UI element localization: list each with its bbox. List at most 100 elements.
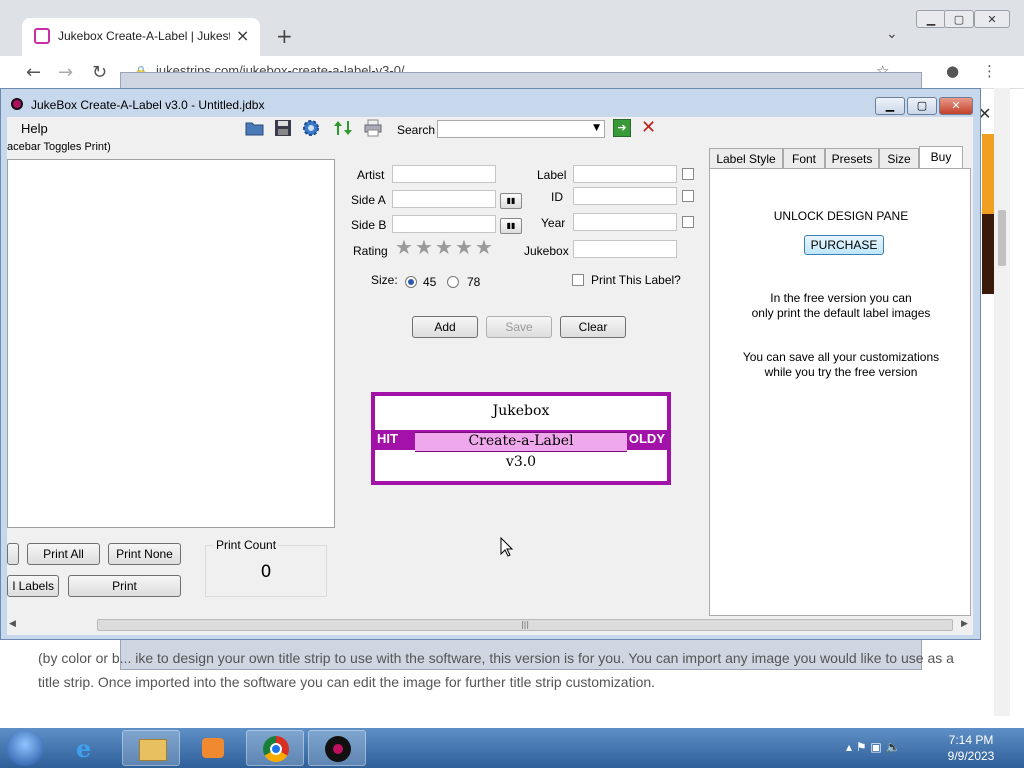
- browser-maximize-button[interactable]: ▢: [944, 10, 974, 28]
- rating-label: Rating: [353, 244, 388, 258]
- forward-arrow-icon[interactable]: →: [58, 62, 73, 83]
- new-tab-icon[interactable]: +: [276, 24, 293, 48]
- star-icon[interactable]: ★: [415, 235, 433, 259]
- spacebar-hint: acebar Toggles Print): [7, 141, 111, 153]
- close-tab-icon[interactable]: ×: [236, 26, 249, 45]
- side-a-label: Side A: [351, 193, 386, 207]
- page-side-banner: [982, 134, 994, 294]
- printer-icon[interactable]: [363, 119, 383, 137]
- browser-minimize-button[interactable]: ▁: [916, 10, 946, 28]
- add-button[interactable]: Add: [412, 316, 478, 338]
- star-icon[interactable]: ★: [475, 235, 493, 259]
- print-this-label-checkbox[interactable]: [572, 274, 584, 286]
- app-close-button[interactable]: ✕: [939, 97, 973, 115]
- browser-tab-title: Jukebox Create-A-Label | Jukestri: [58, 29, 230, 43]
- page-body-text: (by color or b... ike to design your own…: [38, 650, 954, 690]
- system-tray[interactable]: ▴ ⚑ ▣ 🔈: [846, 740, 901, 754]
- clear-button[interactable]: Clear: [560, 316, 626, 338]
- partial-button[interactable]: [7, 543, 19, 565]
- internet-explorer-icon[interactable]: e: [60, 730, 118, 766]
- app-minimize-button[interactable]: ▁: [875, 97, 905, 115]
- size-45-label: 45: [423, 275, 437, 289]
- browser-tab-strip: Jukebox Create-A-Label | Jukestri × + ⌄ …: [0, 0, 1024, 56]
- label-list[interactable]: [7, 159, 335, 528]
- star-icon[interactable]: ★: [395, 235, 413, 259]
- unlock-heading: UNLOCK DESIGN PANE: [773, 209, 909, 223]
- cancel-x-icon[interactable]: ✕: [641, 117, 656, 138]
- label-checkbox[interactable]: [682, 168, 694, 180]
- tab-presets[interactable]: Presets: [825, 148, 879, 170]
- year-label: Year: [541, 216, 566, 230]
- start-button[interactable]: [6, 730, 44, 766]
- tab-buy[interactable]: Buy: [919, 146, 963, 170]
- open-folder-icon[interactable]: [245, 119, 265, 137]
- tab-font[interactable]: Font: [783, 148, 825, 170]
- browser-close-button[interactable]: ✕: [974, 10, 1010, 28]
- print-all-button[interactable]: Print All: [27, 543, 100, 565]
- site-favicon-icon: [34, 28, 50, 44]
- app-horizontal-scrollbar[interactable]: ◀ ||| ▶: [7, 617, 973, 633]
- search-combobox[interactable]: ▼: [437, 120, 605, 138]
- size-45-radio[interactable]: [405, 276, 417, 288]
- app-maximize-button[interactable]: ▢: [907, 97, 937, 115]
- side-a-pause-button[interactable]: ▮▮: [500, 193, 522, 209]
- tab-label-style[interactable]: Label Style: [709, 148, 783, 170]
- profile-icon[interactable]: ●: [946, 62, 959, 80]
- free-text-2b: while you try the free version: [764, 365, 918, 379]
- side-b-pause-button[interactable]: ▮▮: [500, 218, 522, 234]
- reload-icon[interactable]: ↻: [92, 62, 107, 83]
- artist-label: Artist: [357, 168, 385, 182]
- purchase-button[interactable]: PURCHASE: [804, 235, 884, 255]
- year-input[interactable]: [573, 213, 677, 231]
- side-b-input[interactable]: [392, 215, 496, 233]
- back-arrow-icon[interactable]: ←: [26, 62, 41, 83]
- tab-search-icon[interactable]: ⌄: [886, 26, 898, 42]
- star-icon[interactable]: ★: [435, 235, 453, 259]
- horizontal-scroll-thumb[interactable]: |||: [97, 619, 953, 631]
- jukebox-app-icon[interactable]: [308, 730, 366, 766]
- side-a-input[interactable]: [392, 190, 496, 208]
- print-count-box: Print Count 0: [205, 538, 327, 597]
- star-icon[interactable]: ★: [455, 235, 473, 259]
- browser-menu-icon[interactable]: ⋮: [982, 62, 997, 80]
- browser-tab[interactable]: Jukebox Create-A-Label | Jukestri ×: [22, 18, 260, 56]
- search-label: Search: [397, 123, 436, 137]
- tab-size[interactable]: Size: [879, 148, 919, 170]
- page-scrollbar-thumb[interactable]: [998, 210, 1006, 266]
- save-disk-icon[interactable]: [273, 119, 293, 137]
- labels-button[interactable]: l Labels: [7, 575, 59, 597]
- buy-panel: UNLOCK DESIGN PANE PURCHASE In the free …: [709, 168, 971, 616]
- free-text-1b: only print the default label images: [751, 306, 931, 320]
- file-explorer-icon[interactable]: [122, 730, 180, 766]
- side-b-label: Side B: [351, 218, 387, 232]
- year-checkbox[interactable]: [682, 216, 694, 228]
- sort-arrows-icon[interactable]: [333, 119, 353, 137]
- clock[interactable]: 7:14 PM 9/9/2023: [940, 732, 1002, 764]
- size-78-radio[interactable]: [447, 276, 459, 288]
- chrome-icon[interactable]: [246, 730, 304, 766]
- scroll-right-icon[interactable]: ▶: [961, 619, 968, 629]
- id-input[interactable]: [573, 187, 677, 205]
- label-line2: Create-a-Label: [468, 433, 574, 449]
- band-right-text: OLDY: [628, 431, 665, 446]
- save-button[interactable]: Save: [486, 316, 552, 338]
- label-line1: Jukebox: [492, 403, 550, 419]
- dropdown-arrow-icon[interactable]: ▼: [593, 123, 600, 133]
- app-client-area: Help acebar Toggles Print) Search ▼ ➔ ✕ …: [7, 117, 973, 635]
- scroll-left-icon[interactable]: ◀: [9, 619, 16, 629]
- clock-date: 9/9/2023: [947, 749, 995, 763]
- menu-help[interactable]: Help: [21, 121, 48, 136]
- go-arrow-icon[interactable]: ➔: [613, 119, 631, 137]
- jukebox-input[interactable]: [573, 240, 677, 258]
- id-checkbox[interactable]: [682, 190, 694, 202]
- app-window: JukeBox Create-A-Label v3.0 - Untitled.j…: [0, 88, 981, 640]
- settings-gear-icon[interactable]: [301, 119, 321, 137]
- print-button[interactable]: Print: [68, 575, 181, 597]
- media-player-icon[interactable]: [184, 730, 242, 766]
- clock-time: 7:14 PM: [948, 733, 994, 747]
- jukebox-label: Jukebox: [524, 244, 569, 258]
- artist-input[interactable]: [392, 165, 496, 183]
- page-scrollbar[interactable]: [994, 88, 1010, 716]
- label-input[interactable]: [573, 165, 677, 183]
- print-none-button[interactable]: Print None: [108, 543, 181, 565]
